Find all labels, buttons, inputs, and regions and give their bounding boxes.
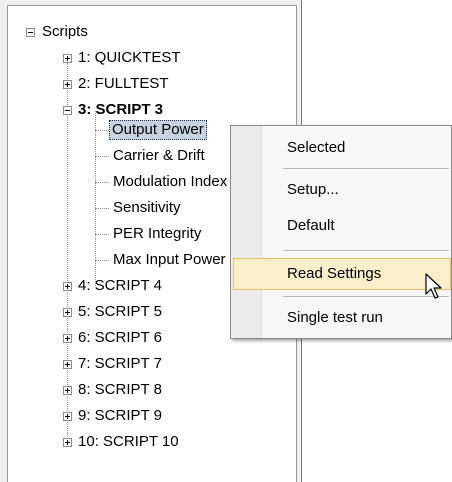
tree-connector: [95, 260, 109, 261]
screen: Scripts 1: QUICKTEST 2: FULLTEST 3: SCRI…: [0, 0, 452, 482]
tree-item-script-8[interactable]: 8: SCRIPT 8: [76, 380, 164, 400]
tree-connector: [95, 234, 109, 235]
tree-item-script-1[interactable]: 1: QUICKTEST: [76, 48, 183, 68]
expand-icon[interactable]: [63, 360, 72, 369]
menu-item-setup[interactable]: Setup...: [233, 174, 451, 206]
tree-subitem-output-power[interactable]: Output Power: [109, 120, 207, 140]
tree-node-label: Output Power: [109, 120, 207, 140]
expand-icon[interactable]: [63, 412, 72, 421]
menu-item-label: Selected: [287, 139, 346, 156]
menu-item-label: Read Settings: [287, 265, 382, 282]
tree-connector: [95, 208, 109, 209]
tree-node-label: Max Input Power: [113, 251, 226, 268]
collapse-icon[interactable]: [63, 106, 72, 115]
tree-item-script-2[interactable]: 2: FULLTEST: [76, 74, 171, 94]
menu-item-label: Setup...: [287, 181, 339, 198]
tree-subitem-carrier-drift[interactable]: Carrier & Drift: [111, 146, 207, 166]
tree-node-label: Carrier & Drift: [113, 147, 205, 164]
collapse-icon[interactable]: [26, 28, 35, 37]
tree-connector: [95, 156, 109, 157]
expand-icon[interactable]: [63, 308, 72, 317]
menu-item-single-test-run[interactable]: Single test run: [233, 302, 451, 334]
context-menu: Selected Setup... Default Read Settings …: [230, 125, 452, 339]
tree-item-script-3[interactable]: 3: SCRIPT 3: [76, 100, 165, 120]
tree-node-label: Scripts: [42, 23, 88, 40]
menu-item-selected[interactable]: Selected: [233, 132, 451, 164]
tree-item-script-7[interactable]: 7: SCRIPT 7: [76, 354, 164, 374]
tree-node-label: 2: FULLTEST: [78, 75, 169, 92]
expand-icon[interactable]: [63, 282, 72, 291]
tree-subitem-max-input-power[interactable]: Max Input Power: [111, 250, 228, 270]
expand-icon[interactable]: [63, 54, 72, 63]
tree-item-script-5[interactable]: 5: SCRIPT 5: [76, 302, 164, 322]
tree-node-label: 3: SCRIPT 3: [78, 101, 164, 118]
menu-separator: [283, 250, 449, 252]
tree-item-script-10[interactable]: 10: SCRIPT 10: [76, 432, 181, 452]
expand-icon[interactable]: [63, 438, 72, 447]
tree-node-label: PER Integrity: [113, 225, 202, 242]
tree-root-scripts[interactable]: Scripts: [40, 22, 90, 42]
tree-item-script-9[interactable]: 9: SCRIPT 9: [76, 406, 164, 426]
tree-item-script-6[interactable]: 6: SCRIPT 6: [76, 328, 164, 348]
tree-node-label: 8: SCRIPT 8: [78, 381, 162, 398]
menu-item-default[interactable]: Default: [233, 210, 451, 242]
tree-node-label: Modulation Index: [113, 173, 228, 190]
menu-item-label: Default: [287, 217, 335, 234]
menu-item-label: Single test run: [287, 309, 383, 326]
tree-subitem-modulation-index[interactable]: Modulation Index: [111, 172, 229, 192]
expand-icon[interactable]: [63, 386, 72, 395]
mouse-cursor-icon: [425, 273, 442, 299]
tree-connector: [95, 130, 109, 131]
expand-icon[interactable]: [63, 80, 72, 89]
tree-subitem-per-integrity[interactable]: PER Integrity: [111, 224, 203, 244]
tree-node-label: 5: SCRIPT 5: [78, 303, 162, 320]
tree-node-label: 4: SCRIPT 4: [78, 277, 162, 294]
menu-separator: [283, 168, 449, 170]
tree-node-label: Sensitivity: [113, 199, 181, 216]
menu-item-read-settings[interactable]: Read Settings: [233, 258, 451, 290]
tree-node-label: 9: SCRIPT 9: [78, 407, 162, 424]
expand-icon[interactable]: [63, 334, 72, 343]
tree-subitem-sensitivity[interactable]: Sensitivity: [111, 198, 183, 218]
tree-node-label: 10: SCRIPT 10: [78, 433, 179, 450]
tree-node-label: 6: SCRIPT 6: [78, 329, 162, 346]
tree-node-label: 7: SCRIPT 7: [78, 355, 162, 372]
tree-connector: [95, 182, 109, 183]
tree-item-script-4[interactable]: 4: SCRIPT 4: [76, 276, 164, 296]
tree-node-label: 1: QUICKTEST: [78, 49, 181, 66]
